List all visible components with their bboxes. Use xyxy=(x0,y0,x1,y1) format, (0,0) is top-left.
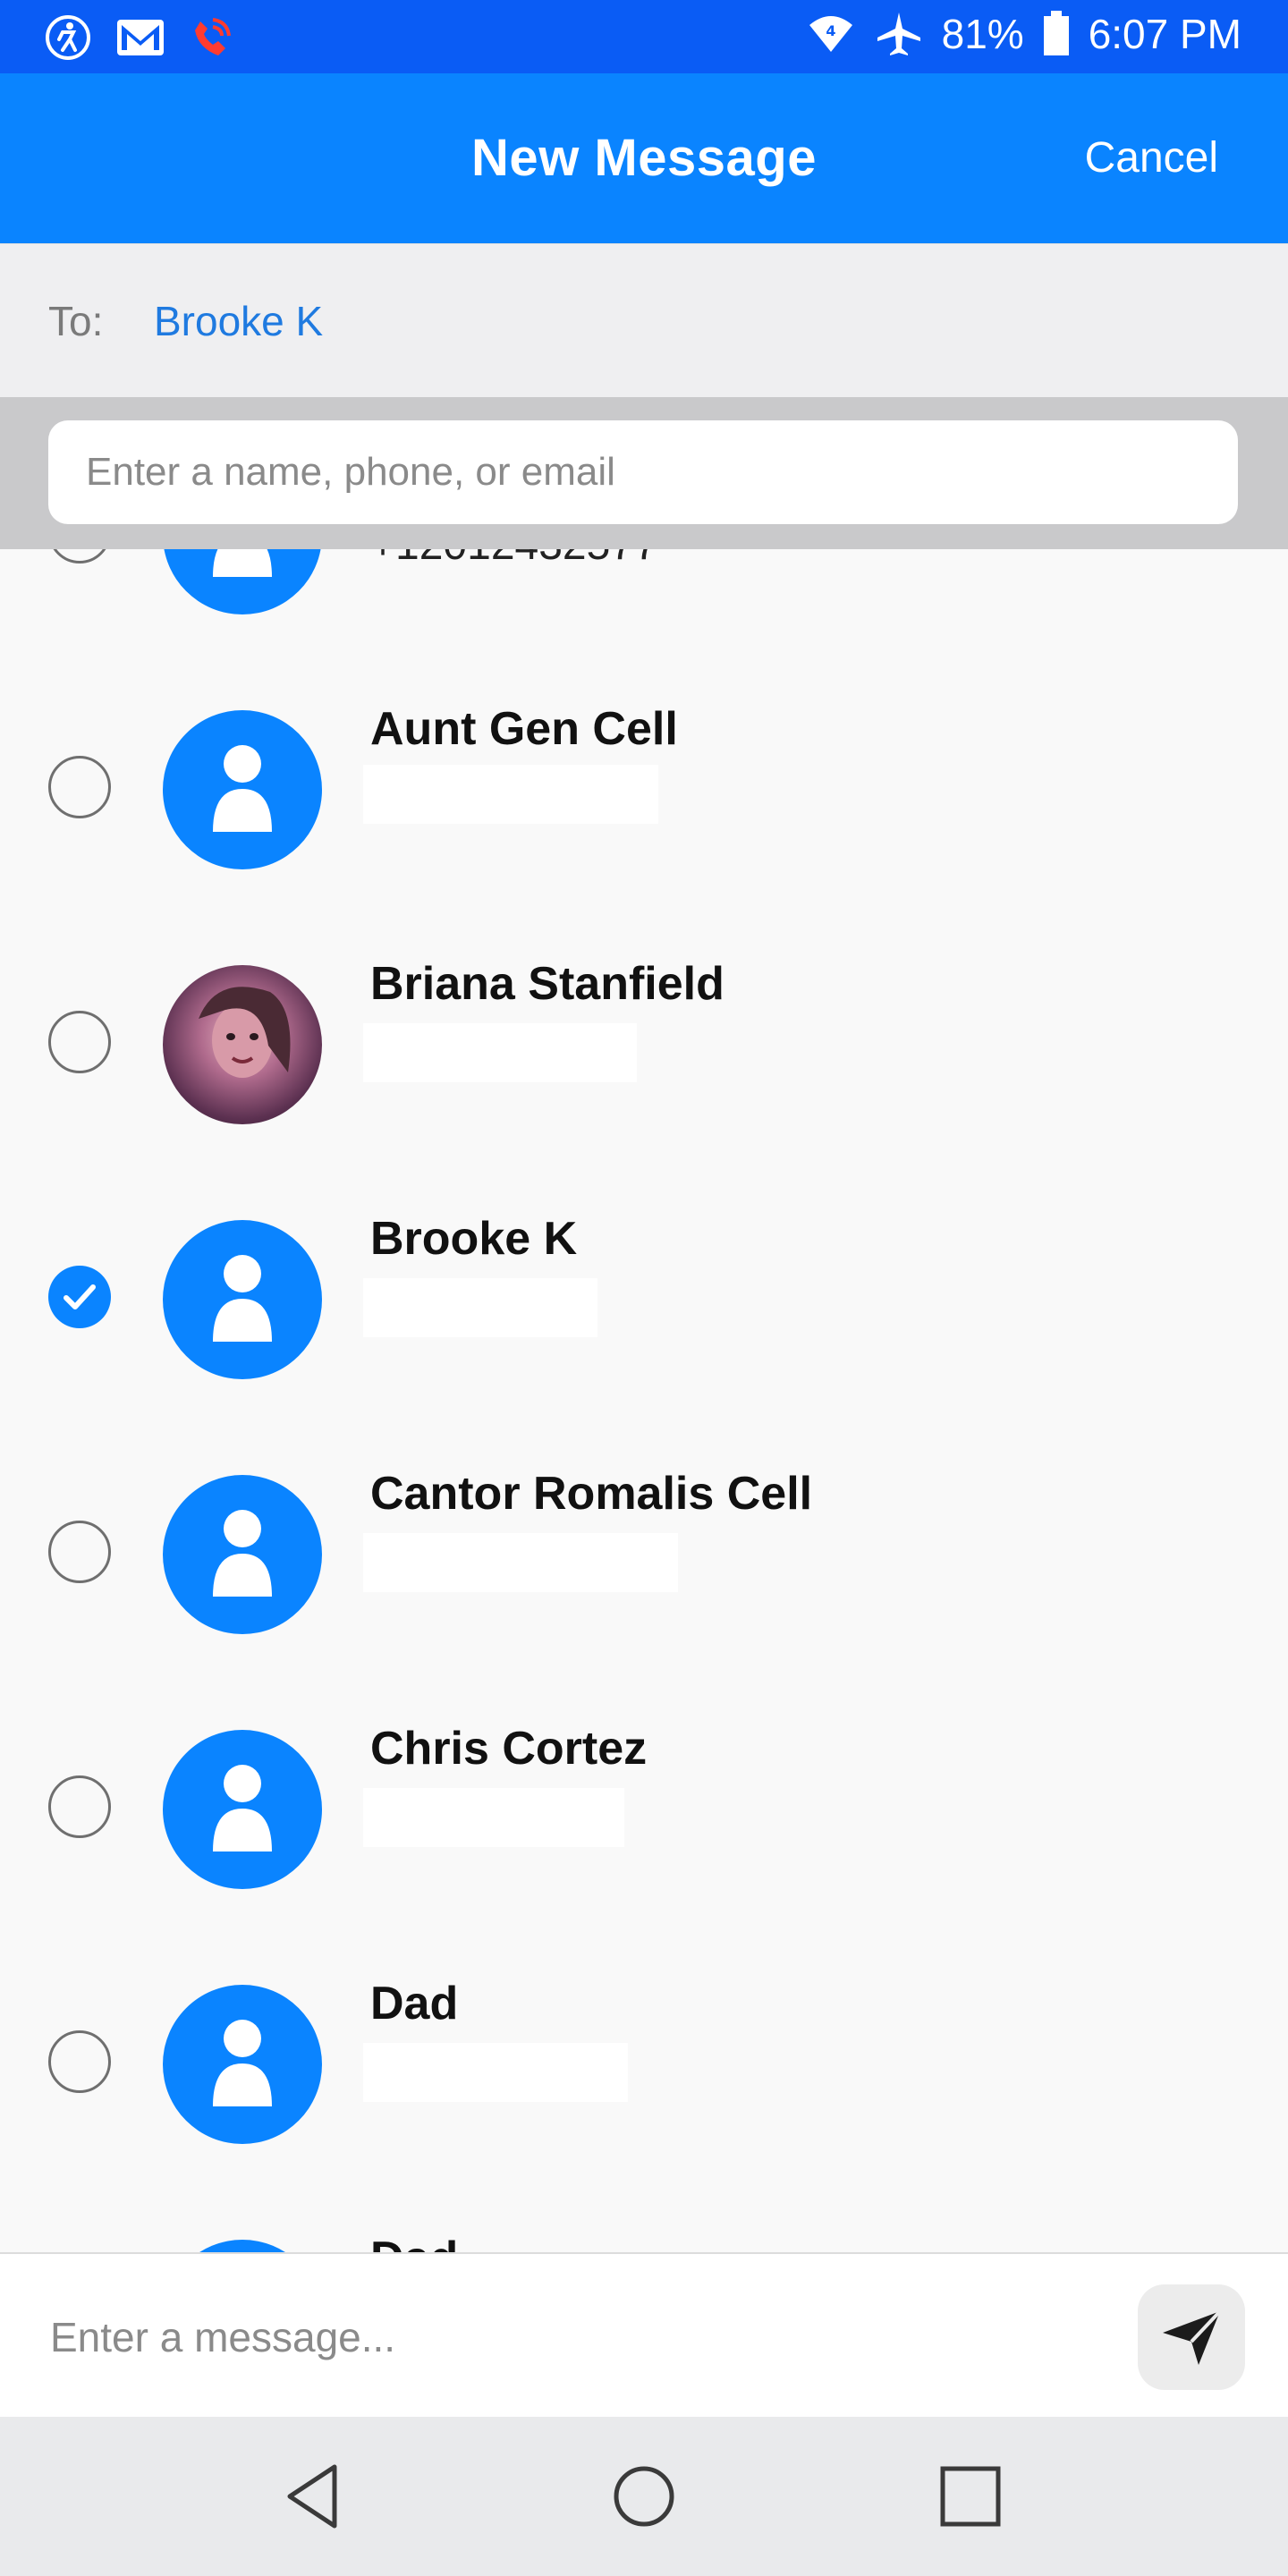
contact-row[interactable]: Aunt Gen Cell xyxy=(0,663,1288,918)
select-radio[interactable] xyxy=(48,549,111,564)
contact-row[interactable]: Cantor Romalis Cell xyxy=(0,1428,1288,1682)
send-icon xyxy=(1163,2309,1222,2365)
contact-name: Briana Stanfield xyxy=(370,958,724,1010)
cancel-button[interactable]: Cancel xyxy=(1085,73,1218,243)
contact-avatar-icon xyxy=(163,2240,322,2252)
contact-row[interactable]: Chris Cortez xyxy=(0,1682,1288,1937)
status-bar: 4 81% 6:07 PM xyxy=(0,0,1288,73)
contact-row[interactable]: Briana Stanfield xyxy=(0,918,1288,1173)
contact-name: Dad xyxy=(370,1978,459,2029)
wifi-icon: 4 xyxy=(806,9,856,59)
contact-name: Dad xyxy=(370,2232,458,2252)
contact-avatar-icon xyxy=(163,1730,322,1889)
search-input[interactable] xyxy=(48,420,1238,524)
select-radio[interactable] xyxy=(48,1775,111,1838)
wifi-calling-icon xyxy=(186,13,236,63)
contact-row[interactable]: Dad xyxy=(0,2192,1288,2252)
select-radio[interactable] xyxy=(48,1011,111,1073)
contact-list[interactable]: +12012432577 Aunt Gen Cell Briana Stanfi… xyxy=(0,549,1288,2252)
contact-photo xyxy=(163,965,322,1124)
contact-name: Chris Cortez xyxy=(370,1723,648,1775)
recipient-row: To: Brooke K xyxy=(0,243,1288,398)
battery-icon xyxy=(1042,9,1071,59)
airplane-mode-icon xyxy=(874,9,924,59)
contact-name: Cantor Romalis Cell xyxy=(370,1468,813,1520)
contact-avatar-icon xyxy=(163,1475,322,1634)
gmail-icon xyxy=(114,13,165,63)
checkmark-icon xyxy=(64,1284,96,1309)
clock: 6:07 PM xyxy=(1088,11,1241,57)
contact-name: Aunt Gen Cell xyxy=(370,703,678,755)
contact-avatar-icon xyxy=(163,549,322,614)
redacted-number xyxy=(363,1533,678,1592)
contact-name: Brooke K xyxy=(370,1213,578,1265)
accessibility-icon xyxy=(43,13,93,63)
contact-row[interactable]: +12012432577 xyxy=(0,549,1288,663)
redacted-number xyxy=(363,765,658,824)
select-radio[interactable] xyxy=(48,2030,111,2093)
message-composer xyxy=(0,2252,1288,2419)
app-bar: New Message Cancel xyxy=(0,73,1288,243)
redacted-number xyxy=(363,1023,637,1082)
recents-icon[interactable] xyxy=(930,2456,1011,2537)
home-icon[interactable] xyxy=(604,2456,684,2537)
select-radio[interactable] xyxy=(48,1521,111,1583)
contact-row[interactable]: Brooke K xyxy=(0,1173,1288,1428)
search-bar xyxy=(0,397,1288,549)
to-label: To: xyxy=(48,298,104,344)
redacted-number xyxy=(363,1278,597,1337)
contact-avatar-icon xyxy=(163,710,322,869)
contact-number: +12012432577 xyxy=(370,549,658,570)
recipient-chip[interactable]: Brooke K xyxy=(154,244,323,398)
send-button[interactable] xyxy=(1138,2284,1245,2390)
redacted-number xyxy=(363,2043,628,2102)
redacted-number xyxy=(363,1788,624,1847)
system-nav-bar xyxy=(0,2417,1288,2576)
contact-row[interactable]: Dad xyxy=(0,1937,1288,2192)
select-radio[interactable] xyxy=(48,756,111,818)
svg-text:4: 4 xyxy=(826,22,835,39)
battery-percent: 81% xyxy=(941,11,1024,57)
contact-avatar-icon xyxy=(163,1220,322,1379)
select-radio-checked[interactable] xyxy=(48,1266,111,1328)
message-input[interactable] xyxy=(48,2290,1080,2385)
back-icon[interactable] xyxy=(275,2456,356,2537)
contact-avatar-icon xyxy=(163,1985,322,2144)
